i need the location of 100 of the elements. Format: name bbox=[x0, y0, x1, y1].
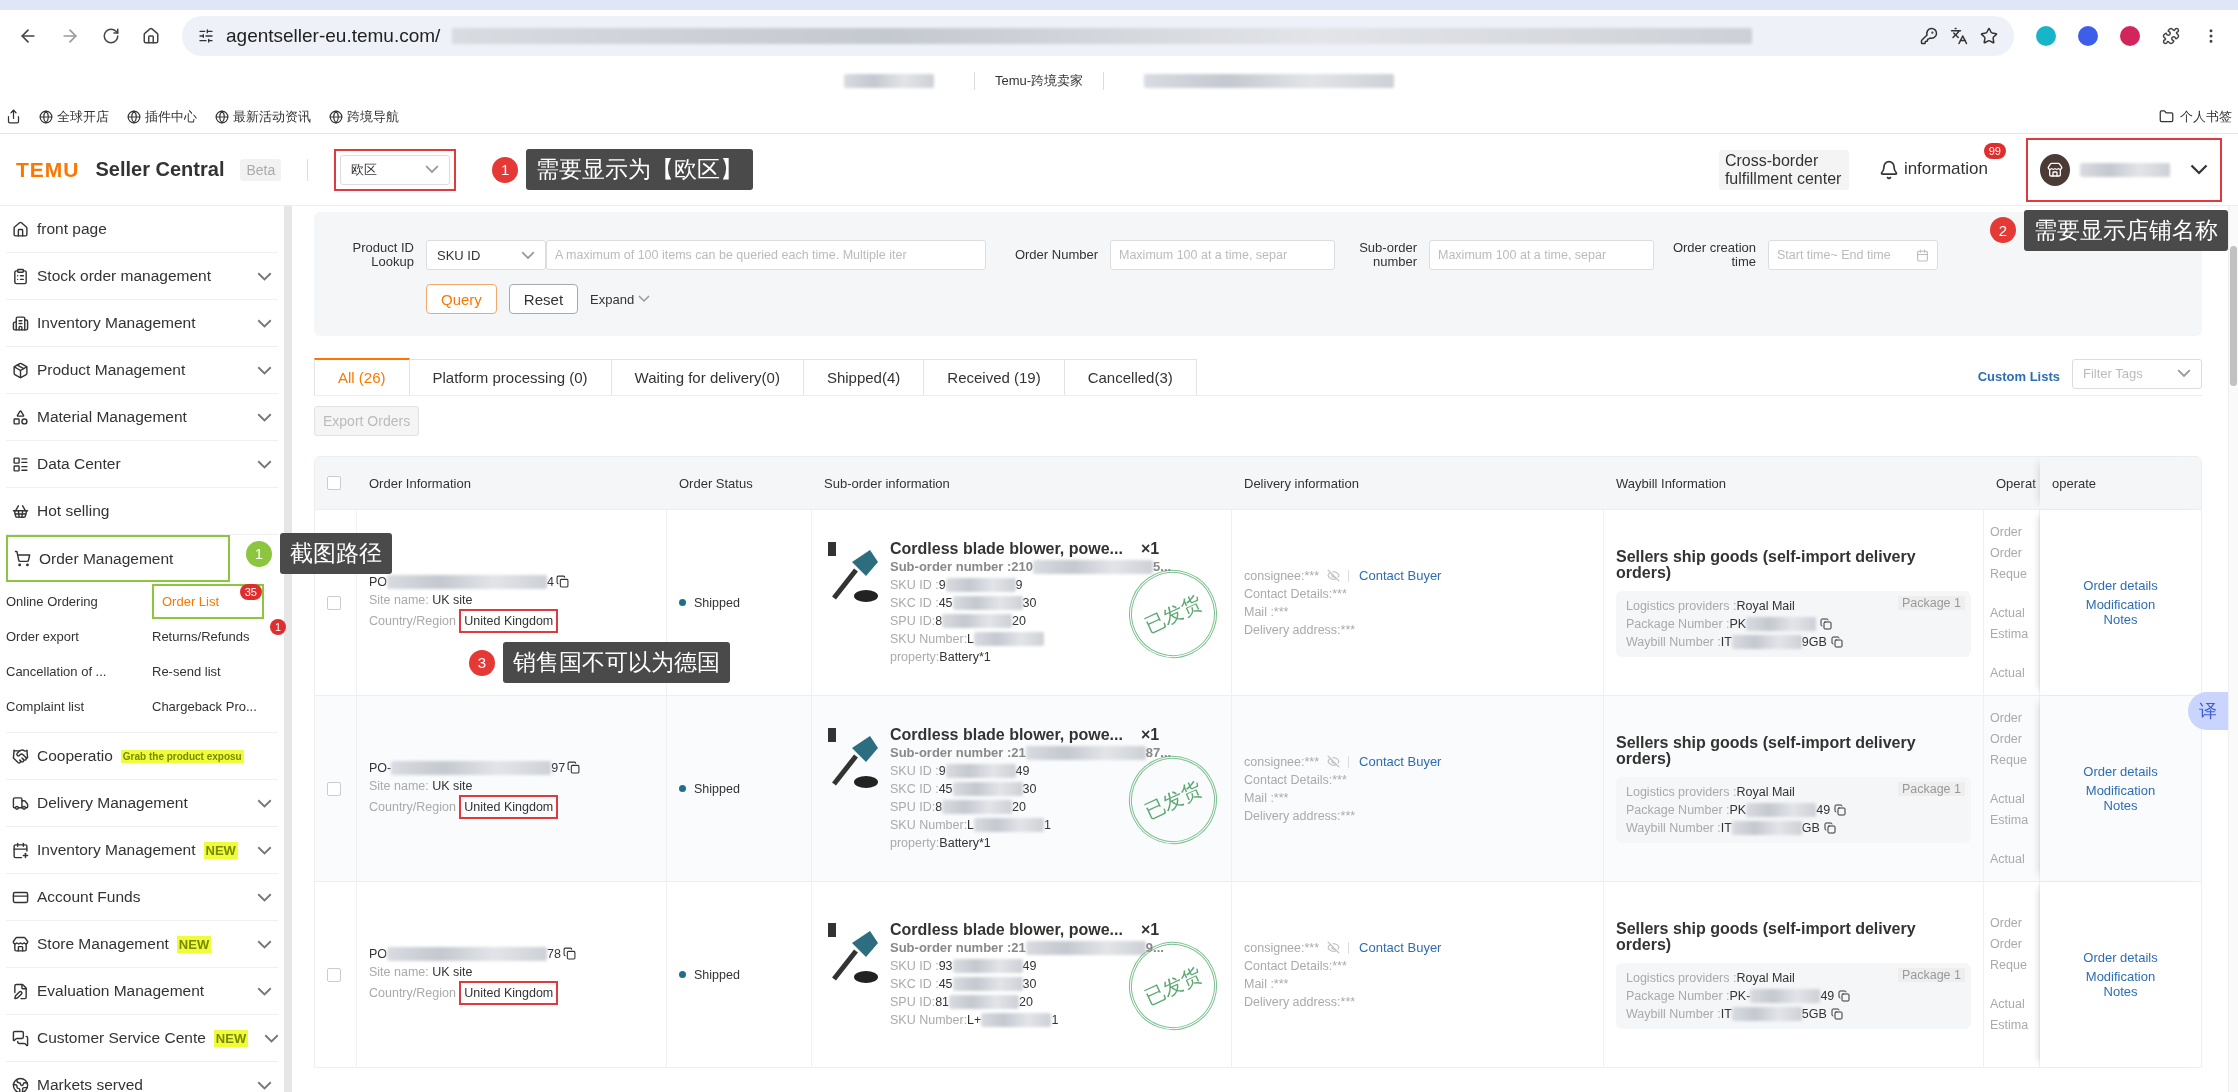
basket-icon bbox=[12, 502, 29, 520]
reload-icon[interactable] bbox=[102, 27, 120, 45]
checkbox[interactable] bbox=[327, 595, 341, 610]
bookmark-star-icon[interactable] bbox=[1980, 27, 1998, 45]
sidebar-item[interactable]: Inventory Management NEW bbox=[6, 827, 278, 874]
building-icon bbox=[12, 314, 29, 332]
sidebar-item[interactable]: Cooperatio Grab the product exposu bbox=[6, 733, 278, 780]
sidebar-item[interactable]: Product Management bbox=[6, 347, 278, 394]
lookup-type-select[interactable]: SKU ID bbox=[426, 240, 546, 270]
bookmark[interactable]: 全球开店 bbox=[57, 107, 109, 126]
lookup-input[interactable]: A maximum of 100 items can be queried each time. Multiple iter bbox=[546, 240, 986, 270]
sidebar-item[interactable]: Material Management bbox=[6, 394, 278, 441]
bookmark[interactable]: 最新活动资讯 bbox=[233, 107, 311, 126]
sidebar-item[interactable]: Stock order management bbox=[6, 253, 278, 300]
action-link[interactable]: Order details bbox=[2075, 764, 2166, 779]
order-status: Shipped bbox=[694, 594, 740, 612]
sidebar-item[interactable]: Markets served bbox=[6, 1062, 278, 1092]
home-icon[interactable] bbox=[142, 27, 160, 45]
sidebar-item[interactable]: front page bbox=[6, 206, 278, 253]
product-title[interactable]: Cordless blade blower, powe... bbox=[890, 725, 1123, 744]
globe-icon[interactable] bbox=[39, 109, 53, 124]
copy-icon[interactable] bbox=[562, 947, 576, 960]
contact-buyer-link[interactable]: Contact Buyer bbox=[1359, 752, 1442, 771]
globe-icon[interactable] bbox=[215, 109, 229, 124]
expand-link[interactable]: Expand bbox=[590, 291, 651, 307]
handshake-icon bbox=[12, 747, 29, 765]
share-icon[interactable] bbox=[6, 109, 21, 124]
action-link[interactable]: Modification Notes bbox=[2075, 969, 2166, 999]
sidebar-subitem[interactable]: Online Ordering bbox=[6, 584, 152, 619]
copy-icon[interactable] bbox=[1820, 617, 1833, 630]
site-settings-icon[interactable] bbox=[198, 28, 214, 44]
region-select[interactable]: 欧区 bbox=[340, 154, 451, 185]
sidebar-subitem[interactable]: Order List 35 bbox=[152, 584, 264, 619]
translate-icon[interactable] bbox=[1950, 27, 1968, 45]
product-field-start: 8 bbox=[935, 612, 943, 630]
copy-icon[interactable] bbox=[1834, 803, 1847, 816]
sidebar-subitem[interactable]: Chargeback Pro... bbox=[152, 689, 282, 724]
translate-button[interactable]: 译 bbox=[2188, 692, 2228, 730]
product-field-label: SKC ID : bbox=[890, 594, 939, 612]
folder-icon[interactable] bbox=[2159, 109, 2174, 124]
action-link[interactable]: Modification Notes bbox=[2075, 597, 2166, 627]
copy-icon[interactable] bbox=[1830, 635, 1843, 648]
extension-icon[interactable] bbox=[2078, 26, 2098, 46]
product-title[interactable]: Cordless blade blower, powe... bbox=[890, 539, 1123, 558]
operation-text: Order bbox=[1990, 709, 2023, 727]
status-tab[interactable]: Cancelled(3) bbox=[1063, 358, 1197, 395]
sub-order-header: Sub-order information bbox=[823, 475, 951, 491]
checkbox[interactable] bbox=[327, 476, 341, 490]
fulfillment-center-link[interactable]: Cross-border fulfillment center bbox=[1718, 149, 1849, 190]
copy-icon[interactable] bbox=[1823, 821, 1836, 834]
sidebar-subitem[interactable]: Complaint list bbox=[6, 689, 152, 724]
sidebar-item[interactable]: Evaluation Management bbox=[6, 968, 278, 1015]
globe-icon[interactable] bbox=[329, 109, 343, 124]
checkbox[interactable] bbox=[327, 781, 341, 796]
sidebar-item[interactable]: Data Center bbox=[6, 441, 278, 488]
operation-text: Reque bbox=[1990, 957, 2027, 974]
copy-icon[interactable] bbox=[556, 575, 569, 588]
action-link[interactable]: Modification Notes bbox=[2075, 783, 2166, 813]
bell-icon[interactable] bbox=[1878, 159, 1899, 180]
sidebar-subitem[interactable]: Cancellation of ... bbox=[6, 654, 152, 689]
sub-order-input[interactable]: Maximum 100 at a time, separ bbox=[1429, 240, 1654, 270]
sidebar-item[interactable]: Delivery Management bbox=[6, 780, 278, 827]
globe-icon[interactable] bbox=[127, 109, 141, 124]
sidebar-subitem[interactable]: Order export bbox=[6, 619, 152, 654]
copy-icon[interactable] bbox=[1830, 1007, 1843, 1020]
account-menu[interactable] bbox=[2026, 137, 2222, 202]
information-link[interactable]: information bbox=[1903, 159, 1988, 180]
checkbox[interactable] bbox=[327, 967, 341, 982]
sidebar-item[interactable]: Inventory Management bbox=[6, 300, 278, 347]
bookmark[interactable]: 插件中心 bbox=[145, 107, 197, 126]
reset-button[interactable]: Reset bbox=[508, 284, 579, 314]
product-field-label: SPU ID: bbox=[890, 993, 936, 1011]
field-label: Sub-order number bbox=[1358, 241, 1417, 269]
sidebar-item[interactable]: Store Management NEW bbox=[6, 921, 278, 968]
address-bar[interactable]: agentseller-eu.temu.com/ bbox=[182, 16, 2014, 56]
scrollbar-thumb[interactable] bbox=[2230, 246, 2237, 386]
redacted-block bbox=[942, 799, 1013, 814]
puzzle-icon[interactable] bbox=[2162, 27, 2180, 45]
action-link[interactable]: Order details bbox=[2075, 950, 2166, 965]
delivery-detail: Delivery address:*** bbox=[1244, 807, 1356, 825]
action-link[interactable]: Order details bbox=[2075, 578, 2166, 593]
sidebar-item[interactable]: Hot selling bbox=[6, 488, 278, 535]
copy-icon[interactable] bbox=[567, 761, 581, 774]
bookmark[interactable]: 跨境导航 bbox=[347, 107, 399, 126]
provider-name: Royal Mail bbox=[1736, 969, 1795, 987]
order-number-input[interactable]: Maximum 100 at a time, separ bbox=[1110, 240, 1335, 270]
key-icon[interactable] bbox=[1920, 27, 1938, 45]
chevron-down-icon bbox=[257, 1080, 272, 1090]
sidebar-item[interactable]: Account Funds bbox=[6, 874, 278, 921]
chevron-down-icon bbox=[257, 845, 272, 855]
custom-lists-link[interactable]: Custom Lists bbox=[1977, 369, 2060, 384]
bookmark-folder[interactable]: 个人书签 bbox=[2180, 107, 2232, 126]
sidebar-subitem[interactable]: Re-send list bbox=[152, 654, 282, 689]
extension-icon[interactable] bbox=[2120, 26, 2140, 46]
sidebar-item[interactable]: Order Management bbox=[6, 535, 230, 582]
copy-icon[interactable] bbox=[1838, 989, 1851, 1002]
sidebar-item[interactable]: Customer Service Cente NEW bbox=[6, 1015, 278, 1062]
contact-buyer-link[interactable]: Contact Buyer bbox=[1359, 566, 1442, 585]
callout-tooltip: 截图路径 bbox=[280, 533, 392, 574]
contact-buyer-link[interactable]: Contact Buyer bbox=[1359, 938, 1442, 957]
